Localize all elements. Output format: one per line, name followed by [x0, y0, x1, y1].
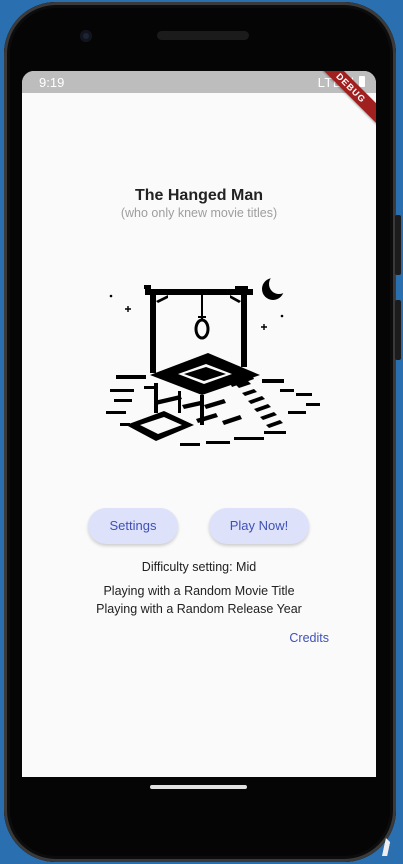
settings-button[interactable]: Settings — [88, 508, 178, 544]
volume-button — [395, 300, 401, 360]
app-screen: 9:19 LTE DEBUG The Hanged Man (who only … — [22, 71, 376, 777]
page-title: The Hanged Man — [134, 187, 263, 204]
credits-link[interactable]: Credits — [289, 631, 329, 645]
play-now-button[interactable]: Play Now! — [209, 508, 309, 544]
trapdoor — [126, 411, 242, 441]
power-button — [395, 215, 401, 275]
status-time: 9:19 — [39, 75, 65, 90]
front-camera-icon — [80, 30, 92, 42]
battery-icon — [359, 76, 365, 87]
release-year-mode-text: Playing with a Random Release Year — [96, 602, 302, 616]
gallows-illustration — [106, 274, 320, 446]
difficulty-text: Difficulty setting: Mid — [141, 560, 257, 574]
noose-icon — [194, 295, 210, 340]
phone-frame: 9:19 LTE DEBUG The Hanged Man (who only … — [0, 0, 403, 864]
status-bar: 9:19 LTE — [22, 71, 376, 93]
earpiece-speaker — [157, 31, 249, 40]
movie-title-mode-text: Playing with a Random Movie Title — [103, 584, 295, 598]
home-gesture-bar[interactable] — [150, 785, 247, 789]
moon-icon — [262, 274, 289, 300]
page-subtitle: (who only knew movie titles) — [120, 206, 278, 220]
